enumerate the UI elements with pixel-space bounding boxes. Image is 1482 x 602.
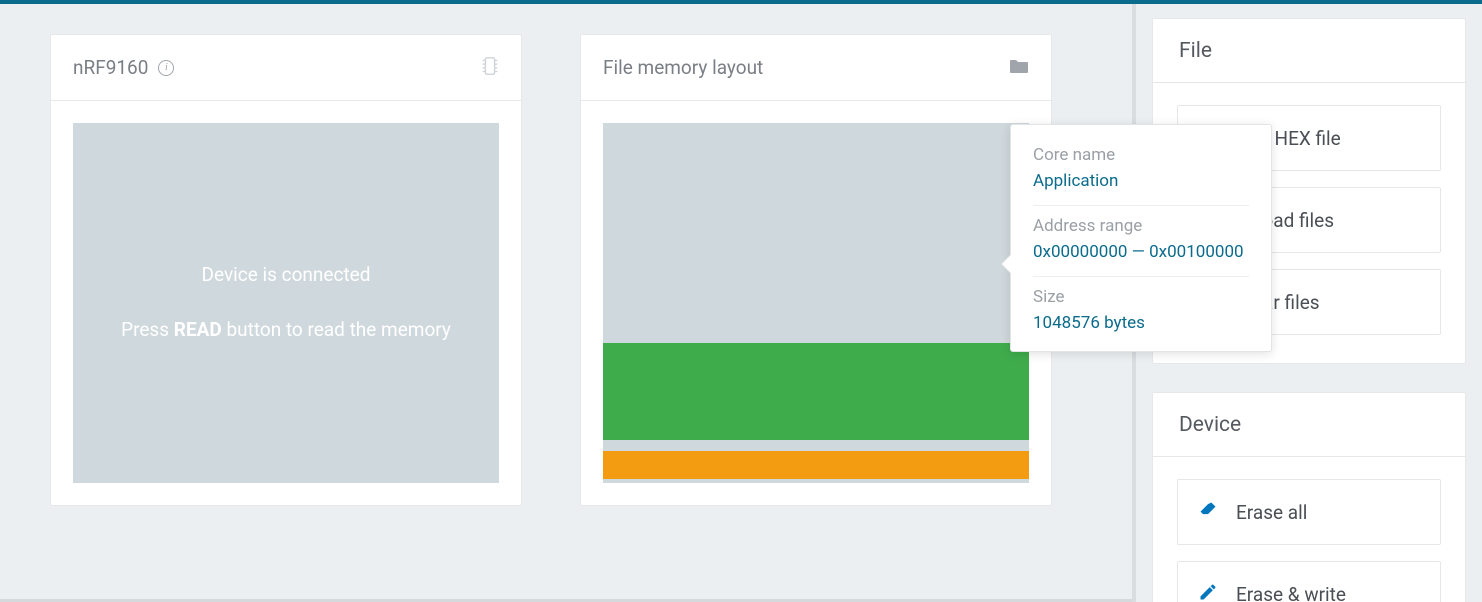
popover-size-row: Size 1048576 bytes xyxy=(1033,277,1249,333)
device-card-body: Device is connected Press READ button to… xyxy=(51,101,521,505)
erase-write-button[interactable]: Erase & write xyxy=(1177,561,1441,602)
file-memory-box[interactable] xyxy=(603,123,1029,483)
hint-post: button to read the memory xyxy=(222,318,451,341)
file-layout-card-header: File memory layout xyxy=(581,35,1051,101)
popover-address-row: Address range 0x00000000 — 0x00100000 xyxy=(1033,206,1249,277)
chip-icon xyxy=(481,55,499,81)
device-panel-header: Device xyxy=(1153,393,1465,457)
erase-all-button[interactable]: Erase all xyxy=(1177,479,1441,545)
file-layout-card: File memory layout xyxy=(580,34,1052,506)
file-panel-header: File xyxy=(1153,19,1465,83)
size-value: 1048576 bytes xyxy=(1033,313,1249,333)
pencil-icon xyxy=(1198,582,1218,602)
app-root: nRF9160 i Device is connected xyxy=(0,4,1482,602)
core-info-popover: Core name Application Address range 0x00… xyxy=(1010,124,1272,352)
device-card-title: nRF9160 xyxy=(73,56,148,79)
size-label: Size xyxy=(1033,287,1249,307)
core-name-value: Application xyxy=(1033,171,1249,191)
address-range-label: Address range xyxy=(1033,216,1249,236)
address-range-value: 0x00000000 — 0x00100000 xyxy=(1033,242,1249,262)
device-connected-text: Device is connected xyxy=(121,262,451,289)
hint-bold: READ xyxy=(174,318,222,341)
device-card: nRF9160 i Device is connected xyxy=(50,34,522,506)
erase-write-label: Erase & write xyxy=(1236,583,1346,602)
device-read-hint: Press READ button to read the memory xyxy=(121,317,451,344)
file-layout-card-body xyxy=(581,101,1051,505)
popover-core-name-row: Core name Application xyxy=(1033,145,1249,206)
core-name-label: Core name xyxy=(1033,145,1249,165)
device-card-header: nRF9160 i xyxy=(51,35,521,101)
info-icon[interactable]: i xyxy=(158,60,174,76)
device-panel-body: Erase all Erase & write xyxy=(1153,457,1465,602)
erase-all-label: Erase all xyxy=(1236,501,1307,524)
file-layout-card-title: File memory layout xyxy=(603,56,763,79)
memory-segment-green[interactable] xyxy=(603,343,1029,440)
eraser-icon xyxy=(1198,500,1218,525)
device-memory-box: Device is connected Press READ button to… xyxy=(73,123,499,483)
device-card-title-group: nRF9160 i xyxy=(73,56,174,79)
device-panel: Device Erase all Erase & write xyxy=(1152,392,1466,602)
memory-segment-orange[interactable] xyxy=(603,451,1029,480)
device-memory-text: Device is connected Press READ button to… xyxy=(121,262,451,343)
main-area: nRF9160 i Device is connected xyxy=(0,4,1132,602)
hint-pre: Press xyxy=(121,318,174,341)
folder-icon xyxy=(1009,58,1029,78)
